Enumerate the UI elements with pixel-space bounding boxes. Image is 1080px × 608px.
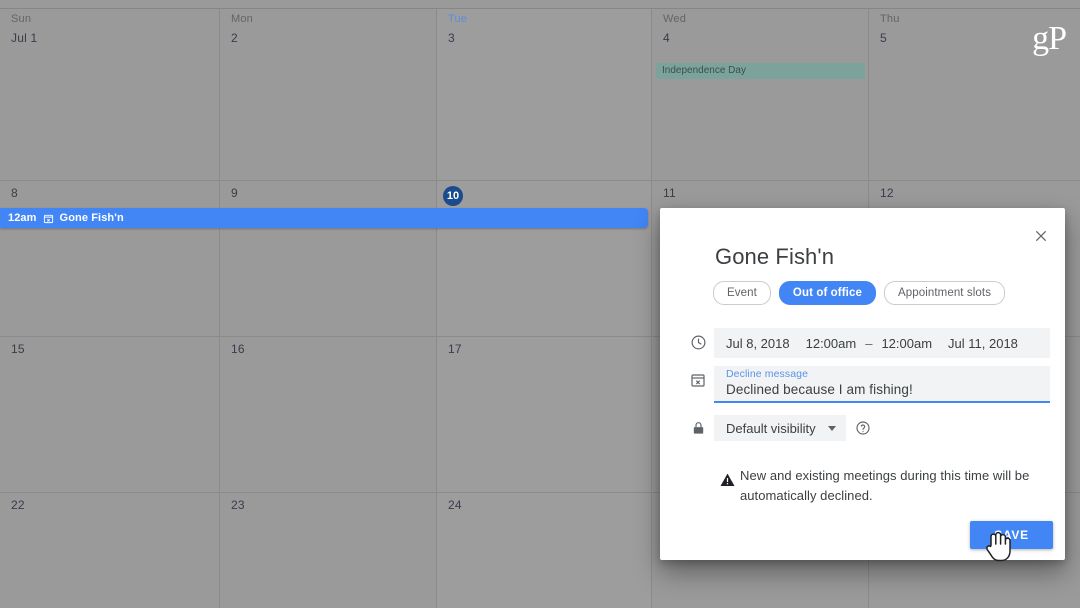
end-time-value[interactable]: 12:00am <box>881 336 932 351</box>
day-number[interactable]: 9 <box>231 186 238 200</box>
event-edit-dialog: Gone Fish'n Event Out of office Appointm… <box>660 208 1065 560</box>
day-number[interactable]: 23 <box>231 498 245 512</box>
day-of-week-label: Sun <box>11 13 32 25</box>
date-range-separator: – <box>865 335 873 351</box>
day-of-week-label-today: Tue <box>448 13 468 25</box>
visibility-selected-value: Default visibility <box>726 420 816 436</box>
today-date-badge[interactable]: 10 <box>443 186 463 206</box>
day-number[interactable]: 17 <box>448 342 462 356</box>
day-cell-today-column[interactable]: 24 <box>436 493 651 608</box>
day-number[interactable]: 5 <box>880 31 887 45</box>
day-number[interactable]: 11 <box>663 186 676 200</box>
decline-message-input[interactable]: Decline message Declined because I am fi… <box>714 366 1050 403</box>
day-cell[interactable]: 8 <box>0 181 219 337</box>
calendar-week-row: Sun Jul 1 Mon 2 Tue 3 Wed 4 Independence… <box>0 8 1080 181</box>
day-number[interactable]: 8 <box>11 186 18 200</box>
decline-warning-text: New and existing meetings during this ti… <box>740 468 1030 503</box>
visibility-row: Default visibility <box>682 415 1050 441</box>
out-of-office-icon <box>682 366 714 388</box>
start-date-value[interactable]: Jul 8, 2018 <box>726 336 790 351</box>
day-number[interactable]: 24 <box>448 498 462 512</box>
decline-message-label: Decline message <box>726 368 809 380</box>
day-number[interactable]: 4 <box>663 31 670 45</box>
day-cell[interactable]: 16 <box>219 337 436 493</box>
day-number[interactable]: 22 <box>11 498 25 512</box>
start-time-value[interactable]: 12:00am <box>806 336 857 351</box>
day-cell[interactable]: Mon 2 <box>219 9 436 181</box>
day-cell[interactable]: Wed 4 Independence Day <box>651 9 868 181</box>
day-of-week-label: Thu <box>880 13 900 25</box>
clock-icon <box>682 328 714 351</box>
day-cell-today[interactable]: 10 <box>436 181 651 337</box>
day-cell-today-column[interactable]: Tue 3 <box>436 9 651 181</box>
decline-warning: New and existing meetings during this ti… <box>714 466 1044 506</box>
event-type-tabs: Event Out of office Appointment slots <box>713 281 1006 305</box>
calendar-app-screen: Sun Jul 1 Mon 2 Tue 3 Wed 4 Independence… <box>0 0 1080 608</box>
event-title-label: Gone Fish'n <box>59 212 124 224</box>
day-cell[interactable]: Sun Jul 1 <box>0 9 219 181</box>
warning-triangle-icon <box>714 466 740 488</box>
day-number[interactable]: Jul 1 <box>11 31 37 45</box>
dialog-title: Gone Fish'n <box>715 244 835 269</box>
day-cell-today-column[interactable]: 17 <box>436 337 651 493</box>
chevron-down-icon <box>827 425 836 431</box>
day-of-week-label: Wed <box>663 13 687 25</box>
tab-event[interactable]: Event <box>713 281 771 305</box>
day-of-week-label: Mon <box>231 13 253 25</box>
out-of-office-icon <box>43 213 54 224</box>
lock-icon <box>682 420 714 436</box>
watermark-logo: gP <box>1032 20 1067 57</box>
save-button[interactable]: SAVE <box>970 521 1053 549</box>
close-icon[interactable] <box>1027 222 1055 250</box>
tab-out-of-office[interactable]: Out of office <box>778 281 876 305</box>
day-number[interactable]: 3 <box>448 31 455 45</box>
day-number[interactable]: 15 <box>11 342 25 356</box>
day-cell[interactable]: 22 <box>0 493 219 608</box>
tab-appointment-slots[interactable]: Appointment slots <box>883 281 1006 305</box>
out-of-office-event-bar[interactable]: 12am Gone Fish'n <box>0 208 648 228</box>
day-cell[interactable]: 15 <box>0 337 219 493</box>
date-time-row: Jul 8, 2018 12:00am – 12:00am Jul 11, 20… <box>682 328 1050 358</box>
help-circle-icon[interactable] <box>855 420 871 436</box>
day-cell[interactable]: 23 <box>219 493 436 608</box>
event-time-label: 12am <box>8 212 37 224</box>
date-time-field[interactable]: Jul 8, 2018 12:00am – 12:00am Jul 11, 20… <box>714 328 1050 358</box>
holiday-event-chip[interactable]: Independence Day <box>656 63 865 79</box>
day-number[interactable]: 12 <box>880 186 894 200</box>
decline-message-row: Decline message Declined because I am fi… <box>682 366 1050 403</box>
end-date-value[interactable]: Jul 11, 2018 <box>948 336 1018 351</box>
decline-message-value[interactable]: Declined because I am fishing! <box>726 381 1050 399</box>
day-number[interactable]: 2 <box>231 31 238 45</box>
visibility-select[interactable]: Default visibility <box>714 415 846 441</box>
day-cell[interactable]: 9 <box>219 181 436 337</box>
day-number[interactable]: 16 <box>231 342 245 356</box>
